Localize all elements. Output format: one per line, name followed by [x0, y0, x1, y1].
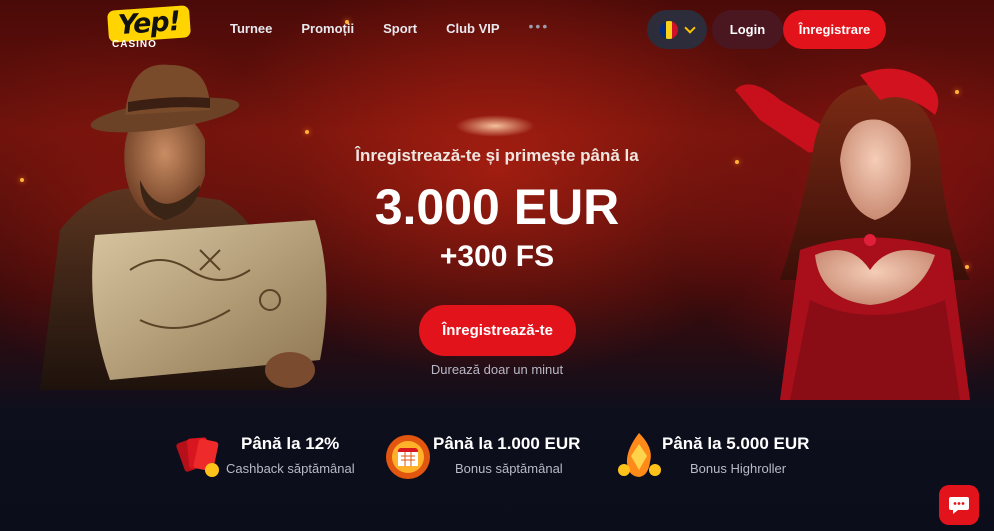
logo-subtext: CASINO — [112, 39, 157, 50]
hero-amount: 3.000 EUR — [374, 179, 620, 235]
bonus-subtitle: Bonus Highroller — [690, 461, 787, 476]
bonus-subtitle: Bonus săptămânal — [455, 461, 563, 476]
calendar-fire-icon — [386, 435, 430, 479]
bonus-weekly: Până la 1.000 EUR Bonus săptămânal — [383, 428, 598, 484]
bonus-highroller: Până la 5.000 EUR Bonus Highroller — [614, 428, 829, 484]
top-navigation: Yep! CASINO Turnee Promoții Sport Club V… — [0, 0, 994, 58]
register-button[interactable]: Înregistrare — [783, 10, 886, 49]
bonus-title: Până la 5.000 EUR — [662, 434, 810, 453]
login-button[interactable]: Login — [712, 10, 783, 49]
hero-free-spins: +300 FS — [439, 240, 555, 273]
fire-crystal-icon — [618, 433, 661, 477]
lamp-glow — [455, 115, 535, 137]
hero-subtitle: Înregistrează-te și primește până la — [355, 146, 639, 165]
bonus-title: Până la 1.000 EUR — [433, 434, 581, 453]
chat-bubble-icon — [949, 497, 969, 514]
romania-flag-icon — [660, 20, 678, 39]
live-chat-button[interactable] — [939, 485, 979, 525]
cta-note: Durează doar un minut — [430, 362, 564, 377]
more-menu-icon[interactable]: ••• — [529, 18, 550, 36]
nav-link-turnee[interactable]: Turnee — [230, 21, 272, 36]
bonus-cashback: Până la 12% Cashback săptămânal — [174, 428, 369, 484]
nav-link-sport[interactable]: Sport — [383, 21, 417, 36]
nav-link-promotii[interactable]: Promoții — [301, 21, 354, 36]
cards-icon — [176, 437, 219, 477]
bonus-subtitle: Cashback săptămânal — [226, 461, 355, 476]
logo-text: Yep! — [106, 5, 192, 43]
chevron-down-icon — [684, 21, 696, 34]
nav-links: Turnee Promoții Sport Club VIP ••• — [230, 18, 550, 36]
yep-casino-logo[interactable]: Yep! CASINO — [106, 5, 192, 52]
bonus-title: Până la 12% — [241, 434, 340, 453]
register-cta-button[interactable]: Înregistrează-te — [419, 305, 576, 356]
nav-link-club-vip[interactable]: Club VIP — [446, 21, 499, 36]
language-selector[interactable] — [647, 10, 707, 49]
